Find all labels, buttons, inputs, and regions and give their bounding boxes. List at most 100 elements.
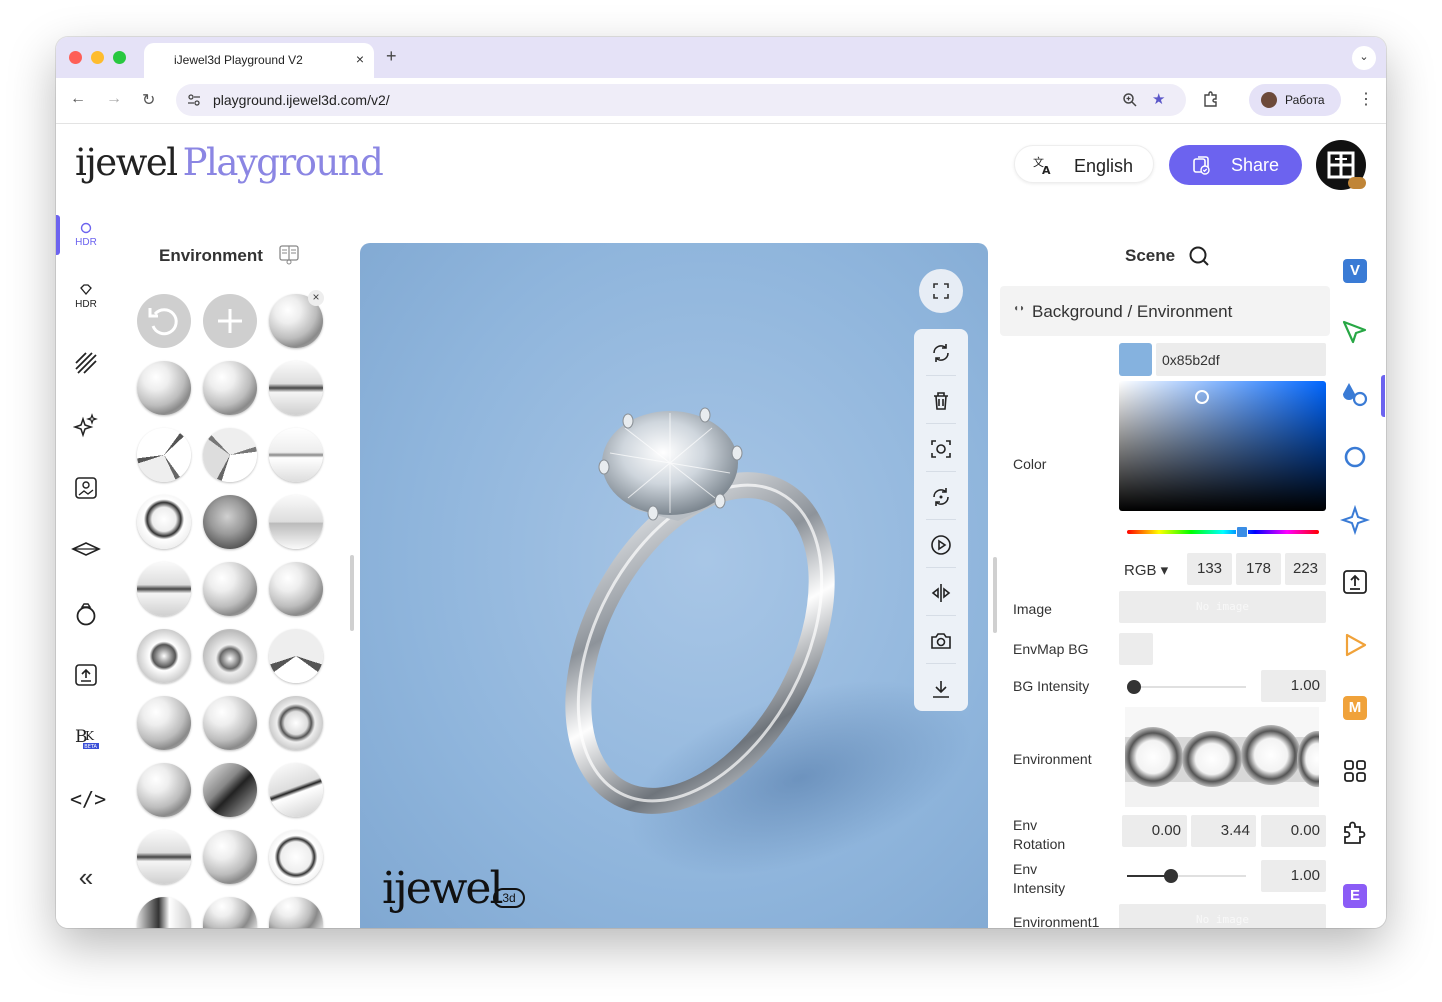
bookmark-star-icon[interactable]: ★	[1152, 90, 1165, 108]
bg-intensity-track[interactable]	[1127, 686, 1246, 688]
hdr-thumbnail[interactable]	[203, 629, 257, 683]
hdr-thumbnail[interactable]	[203, 897, 257, 928]
bg-intensity-input[interactable]: 1.00	[1261, 670, 1326, 702]
panel-resize-handle[interactable]	[993, 557, 997, 633]
hdr-thumbnail[interactable]	[269, 763, 323, 817]
rail-item-upload[interactable]	[70, 663, 102, 699]
color-hex-input[interactable]: 0x85b2df	[1156, 343, 1326, 376]
browser-menu-icon[interactable]: ⋮	[1358, 89, 1374, 109]
hdr-thumbnail[interactable]	[137, 562, 191, 616]
blue-input[interactable]: 223	[1285, 553, 1326, 585]
rail-item-bk[interactable]: B K BETA	[70, 723, 102, 759]
hdr-thumbnail[interactable]	[203, 696, 257, 750]
env-rotation-z-input[interactable]: 0.00	[1261, 815, 1326, 847]
env-rotation-x-input[interactable]: 0.00	[1122, 815, 1187, 847]
picker-handle[interactable]	[1195, 390, 1209, 404]
hdr-thumbnail[interactable]	[269, 897, 323, 928]
minimize-window-button[interactable]	[91, 51, 104, 64]
book-icon[interactable]	[278, 243, 300, 265]
color-mode-select[interactable]: RGB ▾	[1124, 561, 1168, 579]
extensions-icon[interactable]	[1202, 90, 1220, 108]
browser-tab[interactable]: iJewel3d Playground V2 ×	[144, 43, 374, 78]
panel-scrollbar[interactable]	[350, 555, 354, 631]
share-button[interactable]: Share	[1169, 145, 1302, 185]
auto-rotate-icon[interactable]	[929, 485, 953, 509]
hue-slider[interactable]	[1127, 530, 1319, 534]
reset-environment-button[interactable]	[137, 294, 191, 348]
color-swatch[interactable]	[1119, 343, 1152, 376]
play-circle-icon[interactable]	[929, 533, 953, 557]
rail-item-embed[interactable]: </>	[70, 787, 106, 823]
language-button[interactable]: 文A English	[1014, 145, 1154, 183]
hdr-thumbnail[interactable]	[269, 361, 323, 415]
environment1-picker[interactable]: No image	[1119, 904, 1326, 928]
right-bar-item-materials[interactable]	[1340, 380, 1370, 410]
profile-chip[interactable]: Работа	[1249, 84, 1341, 116]
app-logo[interactable]: ijewel Playground	[75, 141, 384, 184]
site-settings-icon[interactable]	[186, 92, 202, 108]
rail-item-effects[interactable]	[70, 413, 102, 449]
bg-intensity-knob[interactable]	[1127, 680, 1141, 694]
hdr-thumbnail[interactable]	[137, 495, 191, 549]
trash-icon[interactable]	[929, 389, 953, 413]
scene-search-icon[interactable]	[1188, 245, 1210, 267]
hdr-thumbnail[interactable]	[137, 830, 191, 884]
right-bar-item-v[interactable]: V	[1340, 256, 1370, 286]
new-tab-button[interactable]: +	[386, 46, 397, 67]
right-bar-item-effects[interactable]	[1339, 504, 1371, 536]
hdr-thumbnail[interactable]	[137, 763, 191, 817]
tab-close-icon[interactable]: ×	[356, 51, 364, 67]
hdr-thumbnail[interactable]	[137, 428, 191, 482]
right-bar-item-grid[interactable]	[1340, 756, 1370, 786]
camera-icon[interactable]	[929, 629, 953, 653]
right-bar-item-plugins[interactable]	[1340, 818, 1370, 848]
close-window-button[interactable]	[69, 51, 82, 64]
back-icon[interactable]: ←	[70, 90, 86, 108]
rail-item-hdr-jewel[interactable]: HDR	[70, 283, 102, 319]
hdr-thumbnail[interactable]	[203, 428, 257, 482]
hdr-thumbnail[interactable]	[269, 696, 323, 750]
right-bar-item-e[interactable]: E	[1340, 881, 1370, 911]
focus-icon[interactable]	[929, 437, 953, 461]
hue-slider-handle[interactable]	[1236, 526, 1249, 538]
address-bar[interactable]: playground.ijewel3d.com/v2/ ★	[176, 84, 1186, 116]
3d-viewport[interactable]: ijewel 3d	[360, 243, 988, 928]
right-bar-item-m[interactable]: M	[1340, 693, 1370, 723]
hdr-thumbnail[interactable]	[203, 361, 257, 415]
download-icon[interactable]	[929, 677, 953, 701]
flip-icon[interactable]	[929, 581, 953, 605]
green-input[interactable]: 178	[1236, 553, 1281, 585]
hdr-thumbnail[interactable]	[269, 629, 323, 683]
red-input[interactable]: 133	[1187, 553, 1232, 585]
hdr-thumbnail[interactable]	[203, 495, 257, 549]
fullscreen-button[interactable]	[919, 269, 963, 313]
collapse-right-button[interactable]: «	[1334, 919, 1376, 928]
rail-item-ground[interactable]	[70, 539, 102, 575]
zoom-icon[interactable]	[1122, 92, 1138, 108]
hdr-thumbnail[interactable]	[137, 696, 191, 750]
rail-item-hdr-light[interactable]: HDR	[70, 221, 102, 257]
forward-icon[interactable]: →	[106, 90, 122, 108]
rail-item-backgrounds[interactable]	[70, 476, 102, 512]
remove-hdr-icon[interactable]: ×	[308, 290, 324, 306]
hdr-thumbnail[interactable]	[269, 562, 323, 616]
reset-view-icon[interactable]	[929, 341, 953, 365]
rail-item-textures[interactable]	[70, 351, 102, 387]
hdr-thumbnail[interactable]	[269, 428, 323, 482]
right-bar-item-export[interactable]	[1340, 567, 1370, 597]
reload-icon[interactable]: ↻	[142, 90, 155, 110]
right-bar-item-animation[interactable]	[1340, 630, 1370, 660]
hdr-thumbnail[interactable]	[203, 763, 257, 817]
hdr-thumbnail[interactable]	[137, 361, 191, 415]
add-environment-button[interactable]	[203, 294, 257, 348]
right-bar-item-select[interactable]	[1340, 318, 1370, 348]
maximize-window-button[interactable]	[113, 51, 126, 64]
env-intensity-knob[interactable]	[1163, 869, 1178, 883]
env-rotation-y-input[interactable]: 3.44	[1191, 815, 1256, 847]
env-intensity-input[interactable]: 1.00	[1261, 860, 1326, 892]
hdr-thumbnail[interactable]	[137, 897, 191, 928]
section-background-environment[interactable]: ◖◗ Background / Environment	[1000, 286, 1330, 336]
right-bar-item-ring[interactable]	[1340, 442, 1370, 472]
saturation-value-picker[interactable]	[1119, 381, 1326, 511]
envmap-bg-checkbox[interactable]	[1119, 633, 1153, 665]
